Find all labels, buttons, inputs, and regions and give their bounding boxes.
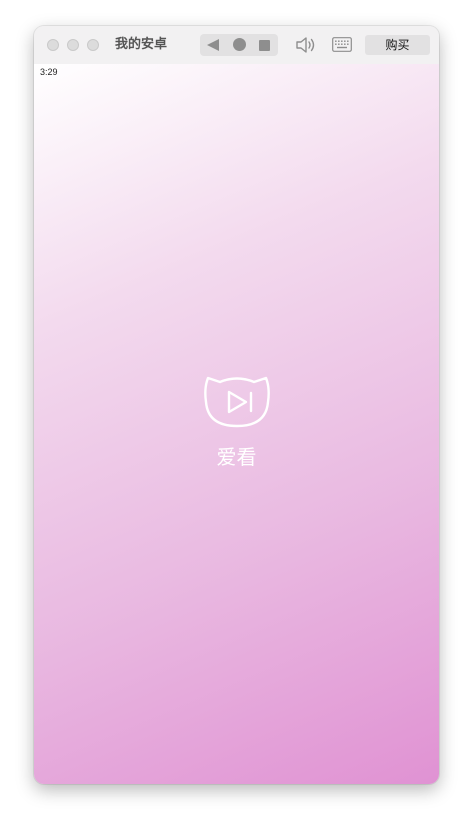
cat-play-logo-icon — [204, 376, 270, 428]
window-title: 我的安卓 — [115, 37, 168, 52]
emulator-window: 我的安卓 购买 3:29 爱看 — [34, 26, 439, 784]
close-window-button[interactable] — [47, 39, 59, 51]
minimize-window-button[interactable] — [67, 39, 79, 51]
home-circle-icon[interactable] — [233, 38, 246, 51]
volume-icon[interactable] — [295, 35, 317, 55]
recent-square-icon[interactable] — [259, 40, 270, 51]
title-bar: 我的安卓 购买 — [34, 26, 439, 64]
splash-app-name: 爱看 — [216, 445, 257, 469]
android-screen[interactable]: 3:29 爱看 — [34, 64, 439, 784]
back-triangle-icon[interactable] — [207, 39, 219, 51]
android-nav-buttons — [200, 34, 278, 56]
keyboard-icon[interactable] — [332, 37, 352, 52]
buy-button[interactable]: 购买 — [365, 35, 430, 55]
zoom-window-button[interactable] — [87, 39, 99, 51]
status-bar-time: 3:29 — [40, 67, 58, 77]
